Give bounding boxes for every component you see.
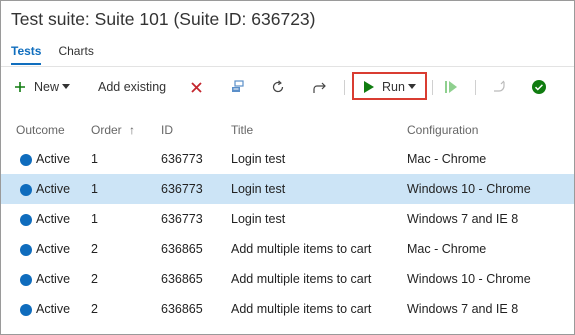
- plus-icon: [14, 81, 26, 93]
- tab-bar: Tests Charts: [11, 44, 94, 60]
- id-cell: 636773: [161, 212, 203, 226]
- order-cell: 2: [91, 302, 98, 316]
- configuration-cell: Windows 7 and IE 8: [407, 302, 519, 316]
- sort-ascending-icon: ↑: [129, 123, 136, 137]
- column-header-configuration[interactable]: Configuration: [407, 123, 478, 137]
- column-header-title[interactable]: Title: [231, 123, 253, 137]
- add-existing-button[interactable]: Add existing: [98, 70, 166, 104]
- column-header-order-label: Order: [91, 123, 122, 137]
- id-cell: 636865: [161, 272, 203, 286]
- workitem-link-icon[interactable]: [231, 70, 245, 104]
- column-header-outcome[interactable]: Outcome: [16, 123, 65, 137]
- run-button[interactable]: Run: [364, 70, 416, 104]
- outcome-active-dot: [20, 184, 32, 196]
- table-header: Outcome Order ↑ ID Title Configuration: [0, 117, 575, 142]
- new-button-label: New: [34, 80, 60, 94]
- id-cell: 636773: [161, 152, 203, 166]
- tab-charts[interactable]: Charts: [58, 44, 93, 60]
- outcome-active-dot: [20, 274, 32, 286]
- outcome-active-dot: [20, 304, 32, 316]
- active-tab-indicator: [11, 63, 41, 65]
- title-cell: Login test: [231, 182, 286, 196]
- outcome-active-dot: [20, 214, 32, 226]
- title-cell: Add multiple items to cart: [231, 242, 372, 256]
- table-row[interactable]: Active 1 636773 Login test Mac - Chrome: [1, 144, 574, 174]
- outcome-active-dot: [20, 154, 32, 166]
- configuration-cell: Windows 10 - Chrome: [407, 272, 531, 286]
- outcome-cell: Active: [36, 212, 71, 226]
- order-cell: 1: [91, 152, 98, 166]
- toolbar-separator: [344, 80, 345, 95]
- column-header-order[interactable]: Order ↑: [91, 123, 135, 137]
- table-row[interactable]: Active 2 636865 Add multiple items to ca…: [1, 234, 574, 264]
- title-cell: Login test: [231, 152, 286, 166]
- id-cell: 636865: [161, 242, 203, 256]
- redo-arrow-icon[interactable]: [312, 70, 327, 104]
- tab-divider: [1, 66, 574, 67]
- configuration-cell: Windows 10 - Chrome: [407, 182, 531, 196]
- check-circle-icon[interactable]: [532, 70, 546, 104]
- table-row[interactable]: Active 2 636865 Add multiple items to ca…: [1, 294, 574, 324]
- title-cell: Login test: [231, 212, 286, 226]
- new-button[interactable]: New: [14, 70, 71, 104]
- configuration-cell: Windows 7 and IE 8: [407, 212, 519, 226]
- outcome-cell: Active: [36, 272, 71, 286]
- toolbar: New Add existing Run: [0, 70, 575, 104]
- title-cell: Add multiple items to cart: [231, 272, 372, 286]
- refresh-icon[interactable]: [271, 70, 285, 104]
- id-cell: 636865: [161, 302, 203, 316]
- order-cell: 1: [91, 182, 98, 196]
- title-cell: Add multiple items to cart: [231, 302, 372, 316]
- caret-down-icon: [62, 84, 71, 90]
- toolbar-separator: [432, 80, 433, 95]
- id-cell: 636773: [161, 182, 203, 196]
- column-header-id[interactable]: ID: [161, 123, 173, 137]
- outcome-cell: Active: [36, 302, 71, 316]
- order-cell: 2: [91, 242, 98, 256]
- table-row[interactable]: Active 2 636865 Add multiple items to ca…: [1, 264, 574, 294]
- run-button-label: Run: [382, 80, 405, 94]
- resume-icon[interactable]: [445, 70, 457, 104]
- tab-tests[interactable]: Tests: [11, 44, 41, 60]
- delete-icon[interactable]: [191, 70, 202, 104]
- table-row[interactable]: Active 1 636773 Login test Windows 10 - …: [1, 174, 574, 204]
- outcome-cell: Active: [36, 182, 71, 196]
- configuration-cell: Mac - Chrome: [407, 242, 487, 256]
- page-title: Test suite: Suite 101 (Suite ID: 636723): [11, 9, 316, 29]
- outcome-cell: Active: [36, 242, 71, 256]
- play-icon: [364, 81, 374, 93]
- table-row[interactable]: Active 1 636773 Login test Windows 7 and…: [1, 204, 574, 234]
- order-cell: 1: [91, 212, 98, 226]
- caret-down-icon: [407, 84, 416, 90]
- outcome-active-dot: [20, 244, 32, 256]
- undo-arrow-icon[interactable]: [492, 70, 506, 104]
- toolbar-separator: [475, 80, 476, 95]
- order-cell: 2: [91, 272, 98, 286]
- outcome-cell: Active: [36, 152, 71, 166]
- configuration-cell: Mac - Chrome: [407, 152, 487, 166]
